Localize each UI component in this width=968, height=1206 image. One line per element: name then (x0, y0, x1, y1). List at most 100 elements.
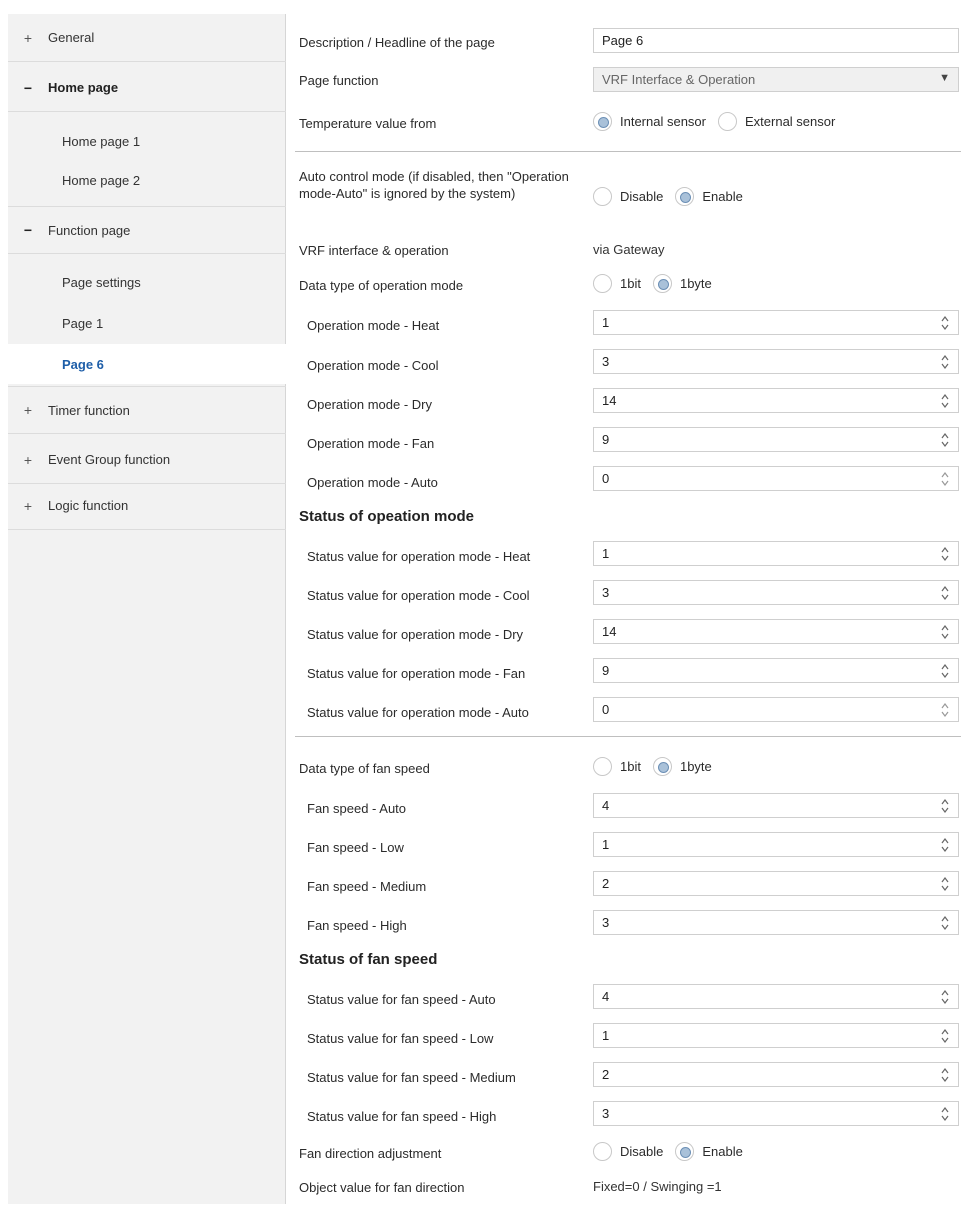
sidebar-item-page-settings[interactable]: Page settings (8, 262, 286, 302)
spinner-arrows-icon[interactable] (940, 622, 950, 642)
status-fan-high-input[interactable]: 3 (593, 1101, 959, 1126)
spinner-arrows-icon[interactable] (940, 391, 950, 411)
spin-value: 9 (602, 432, 610, 447)
spin-value: 4 (602, 989, 610, 1004)
spinner-arrows-icon[interactable] (940, 874, 950, 894)
sidebar: + General − Home page Home page 1 Home p… (8, 14, 287, 1204)
description-input[interactable] (593, 28, 959, 53)
op-mode-heat-label: Operation mode - Heat (307, 318, 440, 333)
radio-unselected-icon (718, 112, 737, 131)
spinner-arrows-icon[interactable] (940, 913, 950, 933)
spin-value: 1 (602, 315, 610, 330)
auto-control-radio-group: Disable Enable (593, 187, 755, 206)
spinner-arrows-icon[interactable] (940, 835, 950, 855)
status-op-auto-input[interactable]: 0 (593, 697, 959, 722)
op-mode-auto-input[interactable]: 0 (593, 466, 959, 491)
radio-external-sensor[interactable]: External sensor (718, 112, 835, 131)
radio-disable[interactable]: Disable (593, 187, 663, 206)
radio-internal-sensor[interactable]: Internal sensor (593, 112, 706, 131)
sidebar-item-logic-function[interactable]: + Logic function (8, 482, 286, 530)
sidebar-item-timer-function[interactable]: + Timer function (8, 386, 286, 434)
radio-selected-icon (593, 112, 612, 131)
sidebar-item-home-page[interactable]: − Home page (8, 64, 286, 112)
page-function-select[interactable]: VRF Interface & Operation ▼ (593, 67, 959, 92)
fan-speed-low-input[interactable]: 1 (593, 832, 959, 857)
op-mode-fan-input[interactable]: 9 (593, 427, 959, 452)
fan-speed-high-input[interactable]: 3 (593, 910, 959, 935)
sidebar-item-event-group-function[interactable]: + Event Group function (8, 436, 286, 484)
spin-value: 3 (602, 1106, 610, 1121)
radio-label: Enable (702, 189, 743, 204)
sidebar-item-label: Home page 1 (62, 133, 141, 149)
page-function-label: Page function (299, 73, 379, 88)
expand-plus-icon[interactable]: + (8, 402, 48, 418)
expand-plus-icon[interactable]: + (8, 498, 48, 514)
status-fan-low-input[interactable]: 1 (593, 1023, 959, 1048)
spinner-arrows-icon[interactable] (940, 352, 950, 372)
spin-value: 3 (602, 354, 610, 369)
spinner-arrows-icon[interactable] (940, 583, 950, 603)
sidebar-item-label: Event Group function (48, 452, 171, 467)
radio-1byte[interactable]: 1byte (652, 274, 712, 293)
spinner-arrows-icon[interactable] (940, 313, 950, 333)
spinner-arrows-icon[interactable] (940, 430, 950, 450)
radio-enable[interactable]: Enable (675, 1142, 743, 1161)
fan-data-type-radio-group: 1bit 1byte (593, 757, 724, 776)
divider (295, 736, 961, 737)
spinner-arrows-icon[interactable] (940, 469, 950, 489)
status-fan-low-label: Status value for fan speed - Low (307, 1031, 494, 1046)
sidebar-item-function-page[interactable]: − Function page (8, 206, 286, 254)
radio-selected-icon (652, 757, 672, 776)
spinner-arrows-icon[interactable] (940, 544, 950, 564)
sidebar-item-page-6[interactable]: Page 6 (8, 344, 287, 384)
temperature-source-radio-group: Internal sensor External sensor (593, 112, 847, 131)
collapse-minus-icon[interactable]: − (8, 222, 48, 238)
spinner-arrows-icon[interactable] (940, 987, 950, 1007)
sidebar-item-general[interactable]: + General (8, 14, 286, 62)
status-operation-mode-heading: Status of opeation mode (299, 508, 475, 525)
sidebar-item-home-page-1[interactable]: Home page 1 (8, 121, 286, 161)
spinner-arrows-icon[interactable] (940, 700, 950, 720)
op-mode-dry-input[interactable]: 14 (593, 388, 959, 413)
status-fan-medium-input[interactable]: 2 (593, 1062, 959, 1087)
spinner-arrows-icon[interactable] (940, 1065, 950, 1085)
radio-enable[interactable]: Enable (675, 187, 743, 206)
temperature-source-label: Temperature value from (299, 116, 437, 131)
fan-direction-object-label: Object value for fan direction (299, 1180, 465, 1195)
vrf-interface-value: via Gateway (593, 242, 665, 257)
radio-1bit[interactable]: 1bit (593, 757, 641, 776)
radio-1byte[interactable]: 1byte (652, 757, 712, 776)
fan-speed-auto-input[interactable]: 4 (593, 793, 959, 818)
sidebar-item-label: General (48, 30, 95, 45)
sidebar-item-label: Page 6 (62, 356, 104, 372)
status-op-heat-input[interactable]: 1 (593, 541, 959, 566)
expand-plus-icon[interactable]: + (8, 30, 48, 46)
description-label: Description / Headline of the page (299, 35, 495, 50)
fan-speed-medium-input[interactable]: 2 (593, 871, 959, 896)
op-mode-heat-input[interactable]: 1 (593, 310, 959, 335)
sidebar-item-home-page-2[interactable]: Home page 2 (8, 160, 286, 200)
sidebar-item-label: Timer function (48, 402, 130, 418)
spinner-arrows-icon[interactable] (940, 796, 950, 816)
sidebar-item-page-1[interactable]: Page 1 (8, 303, 286, 343)
spinner-arrows-icon[interactable] (940, 1026, 950, 1046)
spinner-arrows-icon[interactable] (940, 1104, 950, 1124)
status-op-cool-input[interactable]: 3 (593, 580, 959, 605)
fan-speed-high-label: Fan speed - High (307, 918, 407, 933)
radio-disable[interactable]: Disable (593, 1142, 663, 1161)
status-fan-auto-input[interactable]: 4 (593, 984, 959, 1009)
spinner-arrows-icon[interactable] (940, 661, 950, 681)
radio-unselected-icon (593, 274, 612, 293)
auto-control-mode-label: Auto control mode (if disabled, then "Op… (299, 169, 569, 201)
op-mode-fan-label: Operation mode - Fan (307, 436, 435, 451)
status-op-dry-input[interactable]: 14 (593, 619, 959, 644)
status-fan-speed-heading: Status of fan speed (299, 951, 438, 968)
op-mode-cool-input[interactable]: 3 (593, 349, 959, 374)
status-op-auto-label: Status value for operation mode - Auto (307, 705, 529, 720)
radio-1bit[interactable]: 1bit (593, 274, 641, 293)
collapse-minus-icon[interactable]: − (8, 80, 48, 96)
spin-value: 0 (602, 702, 610, 717)
status-op-fan-input[interactable]: 9 (593, 658, 959, 683)
radio-label: Enable (702, 1144, 743, 1159)
expand-plus-icon[interactable]: + (8, 452, 48, 468)
